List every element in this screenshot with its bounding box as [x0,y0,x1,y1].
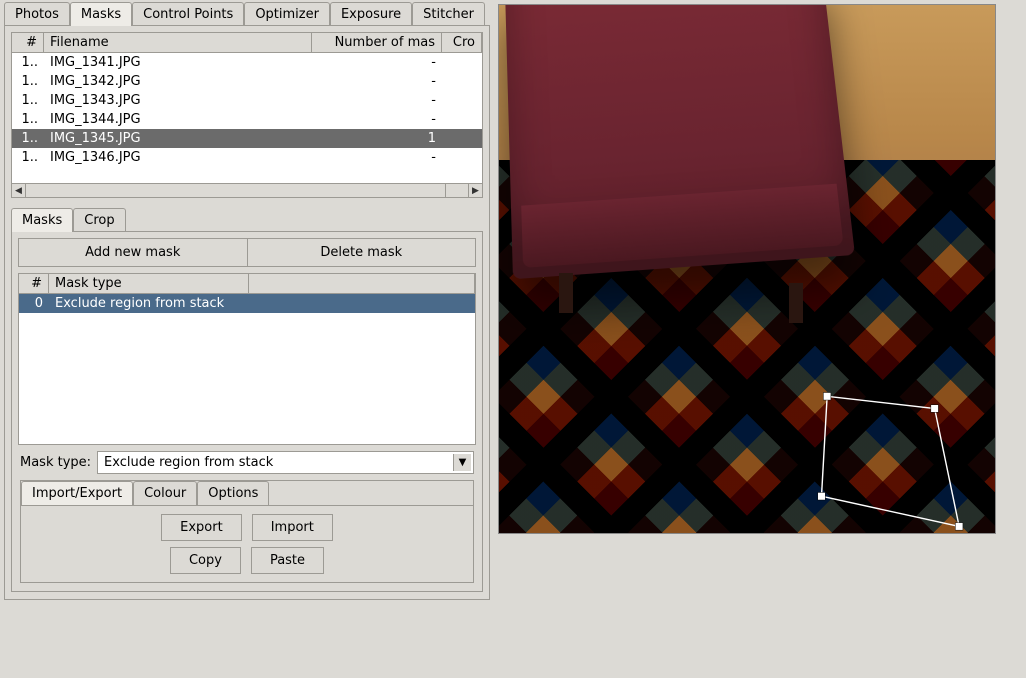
add-mask-button[interactable]: Add new mask [18,238,248,267]
delete-mask-button[interactable]: Delete mask [248,238,477,267]
mask-type-select[interactable]: Exclude region from stack ▼ [97,451,474,474]
mask-table-body[interactable]: 0Exclude region from stack [19,294,475,444]
tab-masks[interactable]: Masks [70,2,132,26]
table-row[interactable]: 1..IMG_1341.JPG- [12,53,482,72]
table-row[interactable]: 1..IMG_1342.JPG- [12,72,482,91]
col-header-mask-rest [249,274,475,293]
file-table-body[interactable]: 1..IMG_1341.JPG-1..IMG_1342.JPG-1..IMG_1… [12,53,482,183]
col-header-crop[interactable]: Cro [442,33,482,52]
col-header-mask-number[interactable]: # [19,274,49,293]
paste-button[interactable]: Paste [251,547,324,574]
image-preview[interactable] [498,4,996,534]
subtab-crop[interactable]: Crop [73,208,125,232]
mask-type-label: Mask type: [20,455,91,470]
col-header-filename[interactable]: Filename [44,33,312,52]
table-row[interactable]: 1..IMG_1343.JPG- [12,91,482,110]
col-header-mask-type[interactable]: Mask type [49,274,249,293]
scroll-left-icon[interactable]: ◀ [12,184,26,197]
ie-tab-colour[interactable]: Colour [133,481,197,505]
col-header-nmask[interactable]: Number of mas [312,33,442,52]
mask-type-value: Exclude region from stack [104,455,273,470]
mask-row[interactable]: 0Exclude region from stack [19,294,475,313]
import-button[interactable]: Import [252,514,333,541]
mask-table: # Mask type 0Exclude region from stack [18,273,476,445]
subtab-masks[interactable]: Masks [11,208,73,232]
chevron-down-icon: ▼ [453,454,471,471]
ie-tab-options[interactable]: Options [197,481,269,505]
import-export-group: Import/ExportColourOptions Export Import… [20,480,474,583]
tab-stitcher[interactable]: Stitcher [412,2,485,26]
copy-button[interactable]: Copy [170,547,241,574]
col-header-number[interactable]: # [12,33,44,52]
table-row[interactable]: 1..IMG_1346.JPG- [12,148,482,167]
scroll-right-icon[interactable]: ▶ [468,184,482,197]
tab-photos[interactable]: Photos [4,2,70,26]
file-table: # Filename Number of mas Cro 1..IMG_1341… [11,32,483,184]
file-table-hscroll[interactable]: ◀ ▶ [11,184,483,198]
main-tabbar: PhotosMasksControl PointsOptimizerExposu… [0,0,494,26]
sub-tabbar: MasksCrop [11,206,483,232]
tab-exposure[interactable]: Exposure [330,2,412,26]
table-row[interactable]: 1..IMG_1344.JPG- [12,110,482,129]
masks-tab-content: # Filename Number of mas Cro 1..IMG_1341… [4,25,490,600]
file-table-header: # Filename Number of mas Cro [12,33,482,53]
export-button[interactable]: Export [161,514,242,541]
tab-control-points[interactable]: Control Points [132,2,244,26]
ie-tab-import-export[interactable]: Import/Export [21,481,133,505]
table-row[interactable]: 1..IMG_1345.JPG1 [12,129,482,148]
masks-subtab-content: Add new mask Delete mask # Mask type 0Ex… [11,231,483,592]
tab-optimizer[interactable]: Optimizer [244,2,330,26]
